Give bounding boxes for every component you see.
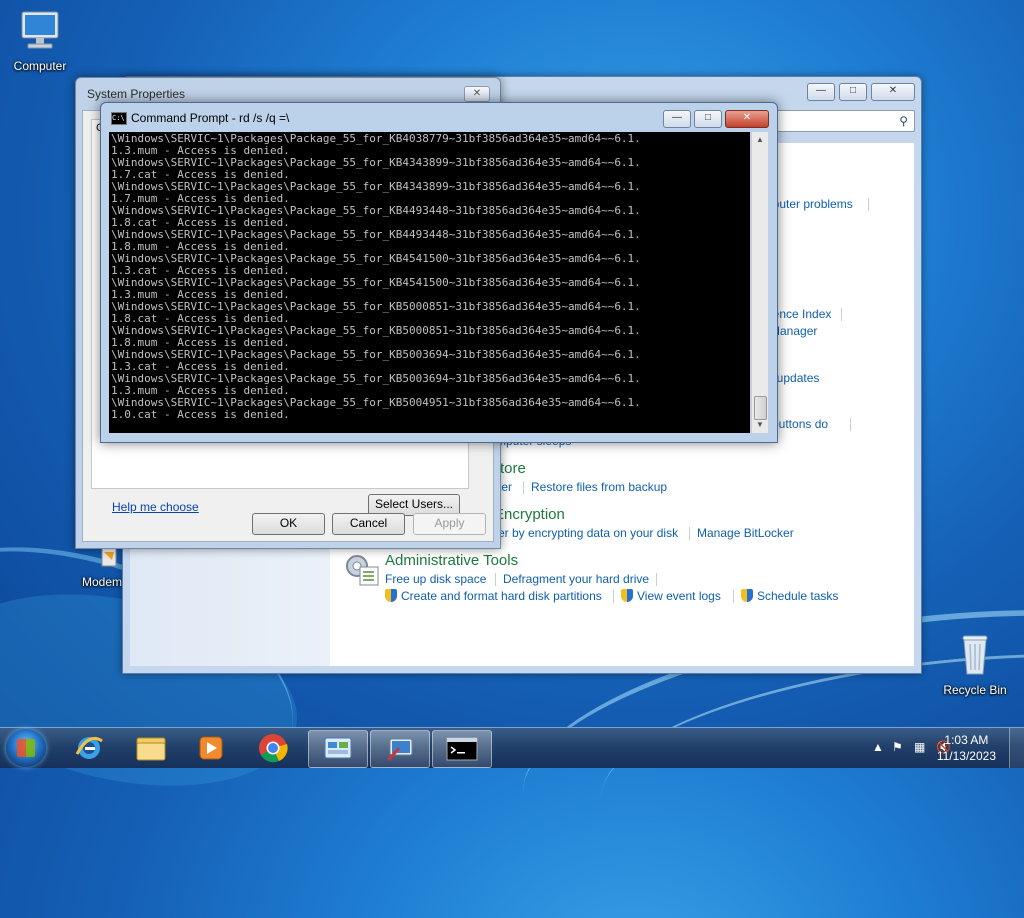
help-me-choose-link[interactable]: Help me choose	[112, 500, 199, 514]
start-button[interactable]	[6, 729, 46, 767]
link-experience-index[interactable]: ience Index	[770, 307, 831, 321]
windows-explorer-icon	[136, 737, 166, 761]
desktop-icon-recycle-bin[interactable]: Recycle Bin	[935, 630, 1015, 697]
separator	[495, 573, 496, 586]
maximize-button[interactable]: □	[694, 110, 722, 128]
apply-button[interactable]: Apply	[413, 513, 486, 535]
link-schedule-tasks[interactable]: Schedule tasks	[741, 589, 838, 603]
link-defragment[interactable]: Defragment your hard drive	[503, 572, 649, 586]
taskbar: ▲ ⚑ ▦ 🔇 1:03 AM 11/13/2023	[0, 727, 1024, 768]
control-panel-icon	[324, 737, 352, 759]
taskbar-item-media-player[interactable]	[182, 730, 240, 766]
link-manage-bitlocker[interactable]: Manage BitLocker	[697, 526, 794, 540]
console-line: 1.0.cat - Access is denied.	[111, 408, 290, 421]
modem-icon	[101, 547, 117, 567]
command-prompt-window[interactable]: C:\ Command Prompt - rd /s /q =\ — □ ✕ \…	[100, 102, 778, 443]
computer-icon	[21, 11, 59, 49]
internet-explorer-icon	[75, 736, 103, 759]
link-disk-partitions[interactable]: Create and format hard disk partitions	[385, 589, 602, 603]
link-restore-files[interactable]: Restore files from backup	[531, 480, 667, 494]
vertical-scrollbar[interactable]: ▲ ▼	[751, 132, 768, 433]
taskbar-item-system-properties[interactable]	[370, 730, 430, 768]
close-button[interactable]: ✕	[871, 83, 915, 101]
ok-button[interactable]: OK	[252, 513, 325, 535]
dialog-title: System Properties	[87, 87, 186, 101]
link-free-disk-space[interactable]: Free up disk space	[385, 572, 486, 586]
heading-bitlocker[interactable]: Encryption	[494, 506, 565, 523]
taskbar-item-control-panel[interactable]	[308, 730, 368, 768]
recycle-bin-icon	[962, 635, 988, 675]
link-view-event-logs[interactable]: View event logs	[621, 589, 721, 603]
taskbar-item-command-prompt[interactable]	[432, 730, 492, 768]
minimize-button[interactable]: —	[807, 83, 835, 101]
taskbar-item-explorer[interactable]	[122, 730, 180, 766]
chrome-icon	[259, 734, 288, 763]
separator	[523, 481, 524, 494]
window-controls: — □ ✕	[663, 110, 769, 128]
separator	[850, 418, 851, 431]
separator	[868, 198, 869, 211]
separator	[841, 308, 842, 321]
taskbar-item-chrome[interactable]	[244, 730, 302, 766]
scroll-up-arrow-icon[interactable]: ▲	[752, 132, 768, 148]
window-title: Command Prompt - rd /s /q =\	[131, 111, 290, 125]
desktop-icon-label: Recycle Bin	[943, 683, 1007, 697]
action-center-flag-icon[interactable]: ⚑	[892, 740, 903, 754]
heading-backup-restore[interactable]: tore	[500, 460, 526, 477]
link-view-event-logs-label: View event logs	[637, 589, 721, 603]
console-text: \Windows\SERVIC~1\Packages\Package_55_fo…	[109, 132, 750, 421]
separator	[689, 527, 690, 540]
minimize-button[interactable]: —	[663, 110, 691, 128]
show-hidden-icons-icon[interactable]: ▲	[872, 740, 884, 754]
command-prompt-icon	[446, 737, 478, 761]
command-prompt-icon: C:\	[111, 112, 127, 125]
separator	[733, 590, 734, 603]
link-computer-problems[interactable]: nputer problems	[766, 197, 853, 211]
search-icon[interactable]: ⚲	[899, 114, 908, 128]
link-schedule-tasks-label: Schedule tasks	[757, 589, 839, 603]
clock-time: 1:03 AM	[944, 733, 989, 747]
uac-shield-icon	[621, 589, 633, 602]
desktop-icon-computer[interactable]: Computer	[0, 8, 80, 73]
maximize-button[interactable]: □	[839, 83, 867, 101]
link-bitlocker-protect[interactable]: er by encrypting data on your disk	[498, 526, 678, 540]
cancel-button[interactable]: Cancel	[332, 513, 405, 535]
uac-shield-icon	[741, 589, 753, 602]
link-disk-partitions-label: Create and format hard disk partitions	[401, 589, 602, 603]
show-desktop-button[interactable]	[1009, 728, 1024, 768]
media-player-icon	[199, 736, 223, 760]
close-button[interactable]: ✕	[725, 110, 769, 128]
system-properties-icon	[387, 738, 413, 761]
scroll-down-arrow-icon[interactable]: ▼	[752, 417, 768, 433]
console-output[interactable]: \Windows\SERVIC~1\Packages\Package_55_fo…	[109, 132, 750, 433]
heading-administrative-tools[interactable]: Administrative Tools	[385, 552, 518, 569]
desktop-icon-label: Computer	[13, 59, 67, 73]
taskbar-item-internet-explorer[interactable]	[60, 730, 118, 766]
separator	[613, 590, 614, 603]
clock-date: 11/13/2023	[936, 749, 996, 763]
uac-shield-icon	[385, 589, 397, 602]
separator	[656, 573, 657, 586]
window-controls: — □ ✕	[807, 83, 915, 101]
dialog-close-button[interactable]: ✕	[464, 86, 490, 102]
network-icon[interactable]: ▦	[914, 740, 925, 754]
administrative-tools-icon	[346, 555, 379, 586]
clock[interactable]: 1:03 AM 11/13/2023	[937, 732, 996, 764]
system-tray: ▲ ⚑ ▦ 🔇 1:03 AM 11/13/2023	[824, 728, 1024, 768]
